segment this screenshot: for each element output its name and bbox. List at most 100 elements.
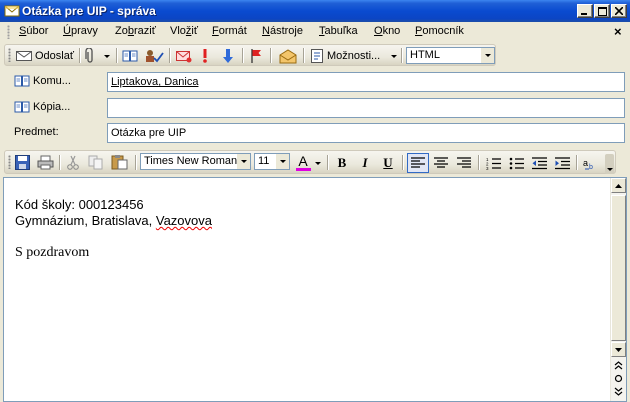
font-name-value: Times New Roman: [144, 155, 238, 167]
style-button[interactable]: ab: [581, 154, 601, 172]
menu-edit[interactable]: Úpravy: [63, 25, 98, 37]
scroll-thumb[interactable]: [611, 195, 626, 341]
importance-high-button[interactable]: [201, 47, 209, 65]
toolbar-overflow-button[interactable]: [605, 154, 614, 174]
permission-button[interactable]: [176, 47, 192, 65]
send-envelope-icon: [16, 51, 32, 61]
title-bar[interactable]: Otázka pre UIP - správa: [0, 0, 630, 22]
message-body-text[interactable]: Kód školy: 000123456 Gymnázium, Bratisla…: [15, 197, 212, 261]
double-chevron-up-icon: [614, 361, 623, 370]
menu-insert[interactable]: Vložiť: [170, 25, 198, 37]
svg-text:3: 3: [486, 166, 489, 170]
standard-toolbar: Odoslať Možnosti... HTML: [0, 43, 630, 67]
message-body[interactable]: Kód školy: 000123456 Gymnázium, Bratisla…: [3, 177, 627, 402]
minimize-button[interactable]: [577, 4, 593, 18]
menu-format[interactable]: Formát: [212, 25, 247, 37]
message-format-select[interactable]: HTML: [406, 47, 495, 64]
attach-dropdown[interactable]: [104, 47, 110, 65]
subject-label: Predmet:: [14, 126, 59, 138]
save-button[interactable]: [15, 153, 30, 171]
send-button[interactable]: Odoslať: [16, 47, 74, 65]
increase-indent-icon: [554, 156, 570, 169]
italic-button[interactable]: I: [355, 154, 375, 172]
menu-file[interactable]: Súbor: [19, 25, 48, 37]
decrease-indent-button[interactable]: [529, 154, 549, 172]
next-page-button[interactable]: [614, 387, 623, 398]
underline-button[interactable]: U: [378, 154, 398, 172]
numbered-list-icon: 123: [486, 157, 501, 170]
select-browse-object-button[interactable]: [614, 374, 623, 385]
envelope-button[interactable]: [279, 47, 297, 65]
cc-field[interactable]: [107, 98, 625, 118]
follow-up-flag-button[interactable]: [250, 47, 262, 65]
font-color-button[interactable]: A: [293, 154, 313, 172]
toolbar-separator: [242, 48, 243, 63]
copy-button[interactable]: [88, 153, 104, 171]
toolbar-grip[interactable]: [8, 155, 11, 169]
to-button[interactable]: Komu...: [14, 75, 71, 87]
close-document-button[interactable]: ×: [614, 24, 622, 39]
menu-view[interactable]: Zobraziť: [115, 25, 156, 37]
align-left-button[interactable]: [407, 153, 429, 173]
importance-low-button[interactable]: [222, 47, 234, 65]
scroll-down-button[interactable]: [611, 342, 626, 357]
font-name-select[interactable]: Times New Roman: [140, 153, 251, 170]
numbering-button[interactable]: 123: [483, 154, 503, 172]
subject-field[interactable]: Otázka pre UIP: [107, 123, 625, 143]
address-book-button[interactable]: [122, 47, 138, 65]
exclamation-icon: [203, 49, 207, 63]
options-label: Možnosti...: [327, 50, 381, 62]
cut-button[interactable]: [66, 153, 80, 171]
to-field[interactable]: Liptakova, Danica: [107, 72, 625, 92]
to-label: Komu...: [33, 75, 71, 87]
chevron-down-icon: [240, 160, 247, 163]
check-names-button[interactable]: [144, 47, 164, 65]
increase-indent-button[interactable]: [552, 154, 572, 172]
toolbar-separator: [478, 155, 479, 170]
paste-button[interactable]: [111, 153, 129, 171]
floppy-disk-icon: [15, 154, 30, 170]
bold-button[interactable]: B: [332, 154, 352, 172]
menu-table[interactable]: Tabuľka: [319, 25, 358, 37]
print-button[interactable]: [37, 153, 54, 171]
message-format-dropdown[interactable]: [481, 48, 494, 63]
font-size-select[interactable]: 11: [254, 153, 290, 170]
toolbar-separator: [402, 155, 403, 170]
arrow-up-icon: [615, 183, 622, 188]
font-color-dropdown[interactable]: [315, 154, 321, 172]
align-left-icon: [411, 157, 425, 168]
text-style-icon: ab: [583, 158, 593, 171]
font-name-dropdown[interactable]: [237, 154, 250, 169]
align-right-button[interactable]: [454, 154, 474, 172]
browse-circle-icon: [614, 374, 623, 383]
misspelled-word[interactable]: Vazovova: [156, 213, 212, 228]
toolbar-separator: [327, 155, 328, 170]
align-center-button[interactable]: [431, 154, 451, 172]
flag-icon: [251, 49, 261, 63]
maximize-button[interactable]: [594, 4, 610, 18]
attach-file-button[interactable]: [85, 47, 95, 65]
vertical-scrollbar[interactable]: [610, 178, 626, 401]
toolbar-separator: [401, 48, 402, 63]
bulleted-list-icon: [509, 157, 524, 169]
align-right-icon: [457, 157, 471, 168]
bullets-button[interactable]: [506, 154, 526, 172]
toolbar-separator: [303, 48, 304, 63]
options-dropdown[interactable]: [391, 47, 397, 65]
font-size-dropdown[interactable]: [276, 154, 289, 169]
menu-help[interactable]: Pomocník: [415, 25, 464, 37]
minimize-icon: [581, 13, 587, 15]
recipient-name[interactable]: Liptakova, Danica: [111, 76, 198, 88]
menu-tools[interactable]: Nástroje: [262, 25, 303, 37]
options-button[interactable]: Možnosti...: [310, 47, 380, 65]
envelope-permission-icon: [176, 51, 192, 63]
menu-window[interactable]: Okno: [374, 25, 400, 37]
previous-page-button[interactable]: [614, 361, 623, 372]
font-color-swatch: [295, 168, 311, 171]
close-window-button[interactable]: [611, 4, 627, 18]
address-book-icon: [14, 75, 30, 87]
scroll-up-button[interactable]: [611, 178, 626, 193]
open-envelope-icon: [279, 49, 297, 64]
toolbar-grip[interactable]: [8, 48, 11, 62]
cc-button[interactable]: Kópia...: [14, 101, 70, 113]
